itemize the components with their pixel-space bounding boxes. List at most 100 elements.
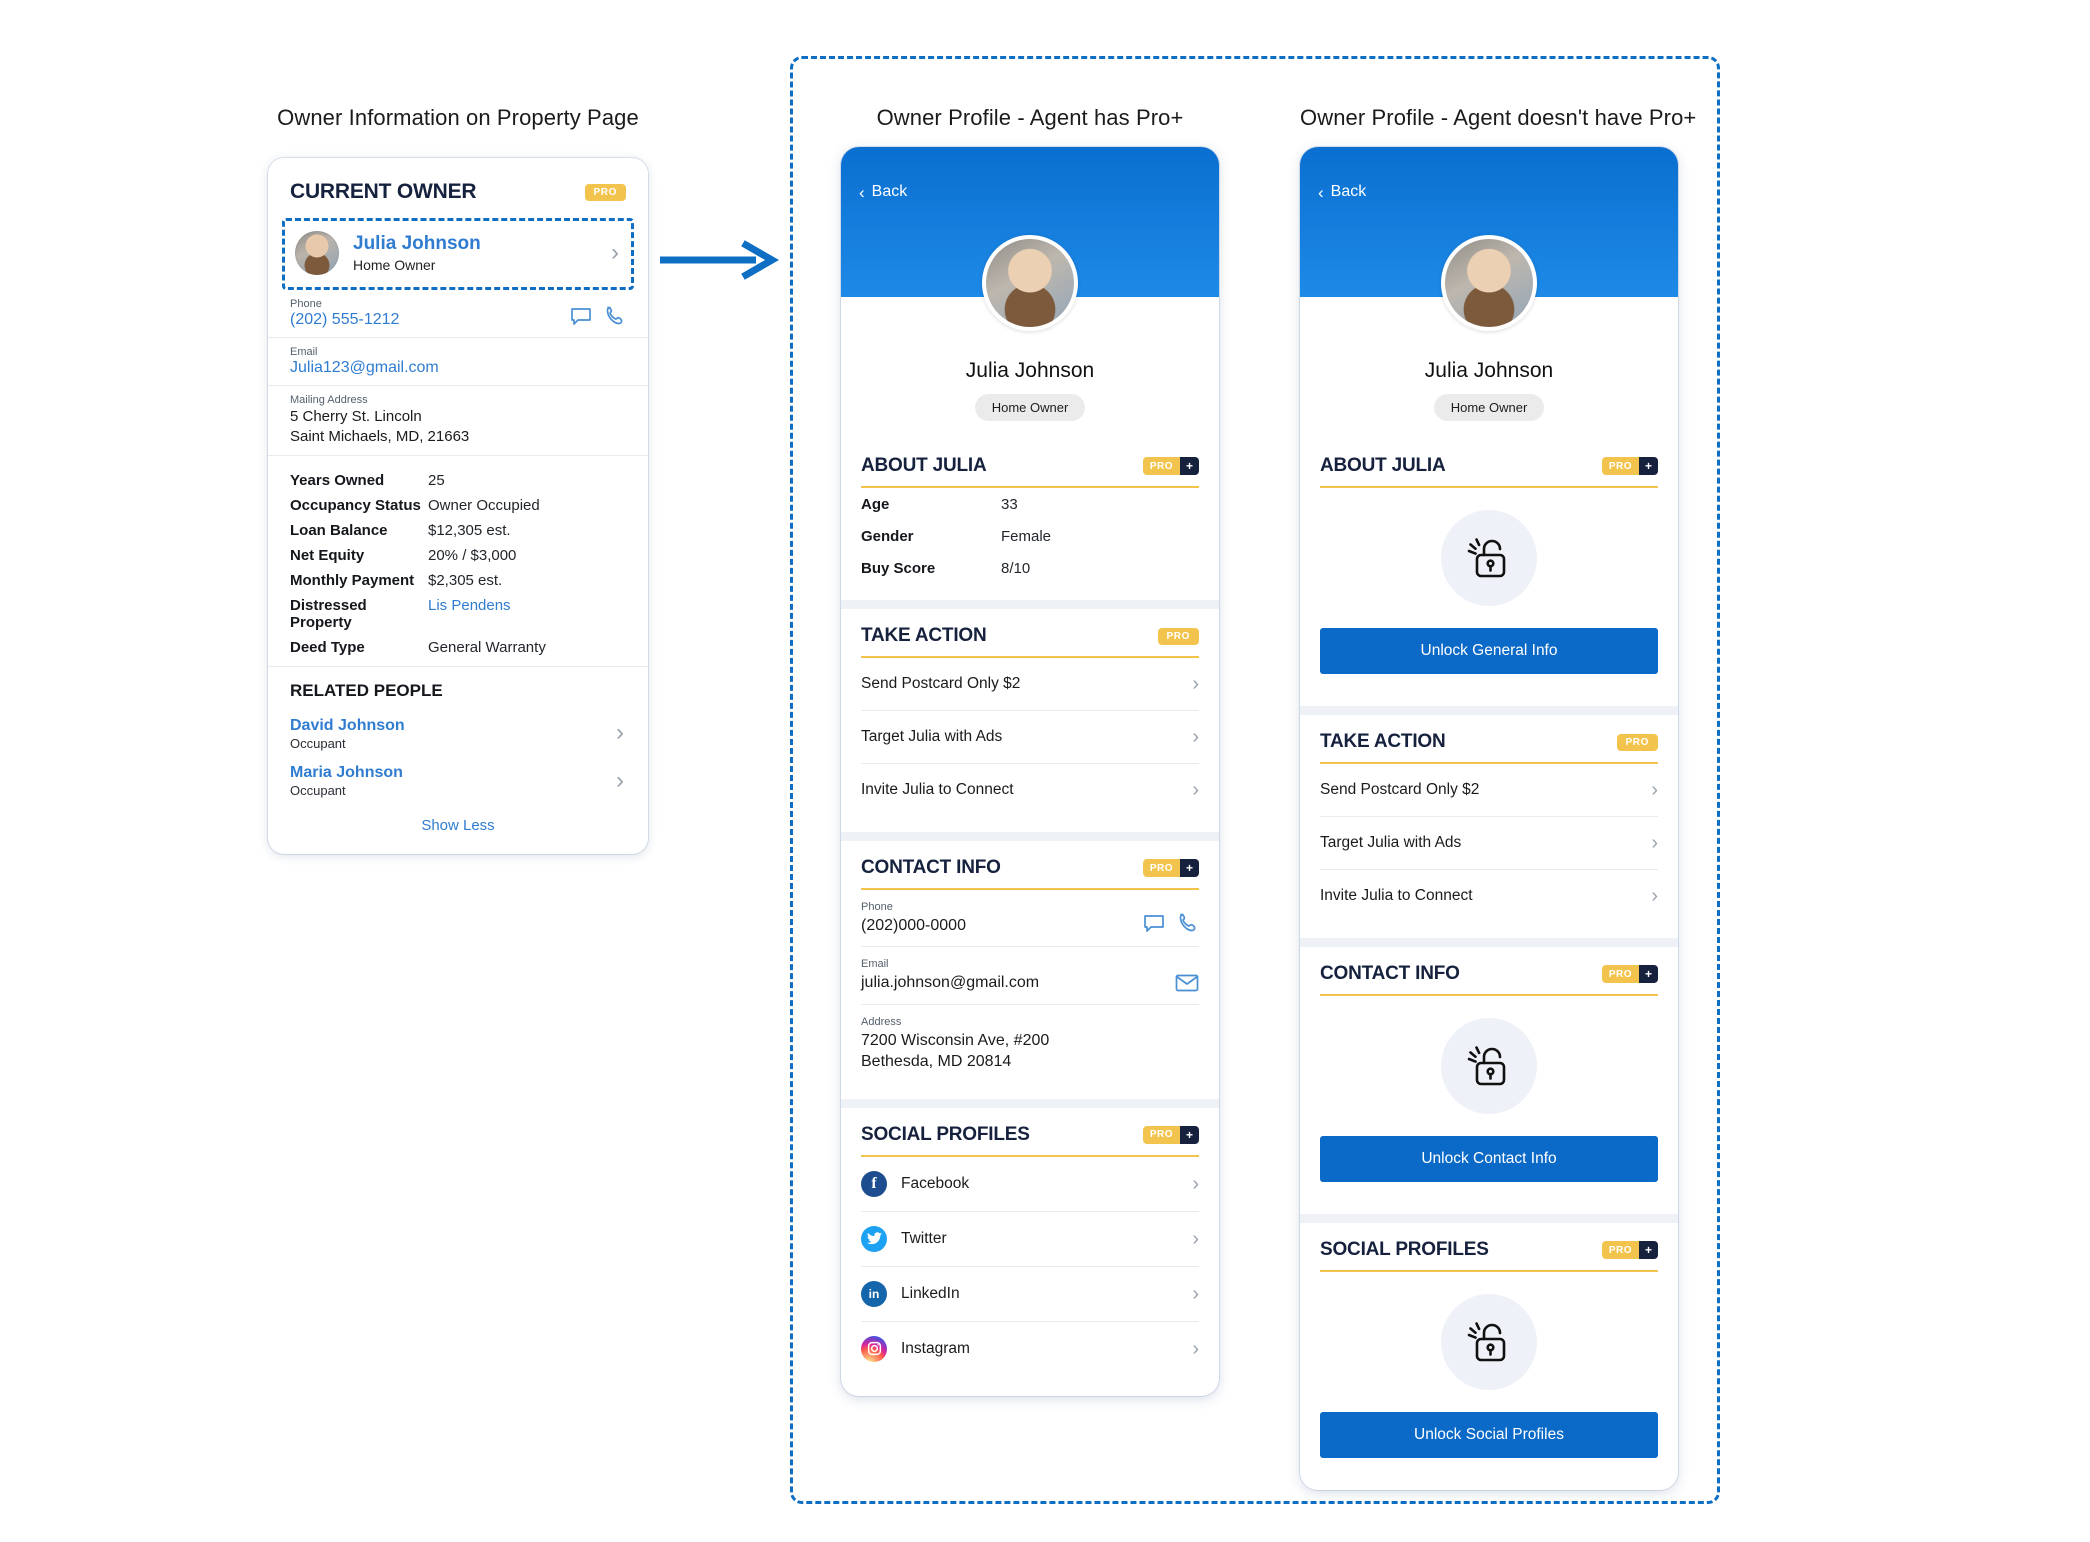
list-item[interactable]: David Johnson Occupant ›: [290, 711, 626, 758]
action-item-send-postcard[interactable]: Send Postcard Only $2 ›: [861, 658, 1199, 711]
unlock-general-info-button[interactable]: Unlock General Info: [1320, 628, 1658, 674]
social-label: LinkedIn: [901, 1284, 960, 1302]
facebook-icon: f: [861, 1170, 887, 1197]
social-item-linkedin[interactable]: in LinkedIn ›: [861, 1267, 1199, 1322]
pro-plus-badge: PRO +: [1601, 457, 1658, 475]
property-details-table: Years Owned 25 Occupancy Status Owner Oc…: [268, 456, 648, 667]
profile-name: Julia Johnson: [1424, 359, 1554, 382]
pro-badge-label: PRO: [1142, 1125, 1180, 1144]
related-people-title: RELATED PEOPLE: [290, 680, 443, 700]
detail-key: Deed Type: [290, 638, 365, 656]
owner-role: Home Owner: [353, 257, 436, 274]
social-item-facebook[interactable]: f Facebook ›: [861, 1157, 1199, 1212]
chevron-left-icon: ‹: [1318, 182, 1324, 202]
social-item-twitter[interactable]: Twitter ›: [861, 1212, 1199, 1267]
detail-key: Monthly Payment: [290, 571, 415, 589]
chevron-right-icon[interactable]: ›: [611, 241, 621, 265]
chevron-right-icon: ›: [1192, 726, 1199, 748]
social-item-instagram[interactable]: Instagram ›: [861, 1322, 1199, 1376]
chevron-left-icon: ‹: [859, 182, 865, 202]
about-value: 8/10: [1001, 560, 1031, 577]
action-item-target-ads[interactable]: Target Julia with Ads ›: [1320, 817, 1658, 870]
detail-value[interactable]: Lis Pendens: [428, 597, 511, 614]
chevron-right-icon[interactable]: ›: [616, 768, 626, 793]
take-action-section-header: TAKE ACTION PRO: [861, 625, 1199, 658]
page-title: CURRENT OWNER: [290, 180, 477, 203]
take-action-section-header: TAKE ACTION PRO: [1320, 731, 1658, 764]
show-less-button[interactable]: Show Less: [290, 805, 626, 838]
pro-plus-badge: PRO +: [1601, 965, 1658, 983]
profile-name: Julia Johnson: [965, 359, 1095, 382]
contact-phone-value: (202)000-0000: [861, 917, 966, 934]
back-button[interactable]: ‹ Back: [1318, 183, 1366, 201]
message-icon[interactable]: [1143, 913, 1165, 933]
plus-badge-label: +: [1638, 1241, 1658, 1259]
person-name[interactable]: Maria Johnson: [290, 763, 403, 782]
phone-value[interactable]: (202) 555-1212: [290, 311, 399, 329]
unlock-contact-info-button[interactable]: Unlock Contact Info: [1320, 1136, 1658, 1182]
email-value[interactable]: Julia123@gmail.com: [290, 359, 626, 377]
social-profiles-section-header: SOCIAL PROFILES PRO +: [861, 1124, 1199, 1157]
about-section: ABOUT JULIA PRO + Age 33 Gender Female B…: [841, 439, 1219, 600]
owner-highlight-box[interactable]: Julia Johnson Home Owner ›: [282, 218, 634, 290]
phone-unlocked: ‹ Back Julia Johnson Home Owner ABOUT JU…: [841, 147, 1219, 1396]
action-item-invite-connect[interactable]: Invite Julia to Connect ›: [861, 764, 1199, 816]
detail-value: General Warranty: [428, 638, 546, 656]
pro-plus-badge: PRO +: [1142, 457, 1199, 475]
social-profiles-section-title: SOCIAL PROFILES: [861, 1123, 1030, 1145]
mockup-canvas: Owner Information on Property Page CURRE…: [0, 0, 2090, 1542]
person-identity: Maria Johnson Occupant: [290, 763, 403, 798]
owner-row[interactable]: Julia Johnson Home Owner ›: [295, 231, 621, 275]
social-profiles-section-header: SOCIAL PROFILES PRO +: [1320, 1239, 1658, 1272]
person-name[interactable]: David Johnson: [290, 716, 405, 735]
table-row: Deed Type General Warranty: [290, 635, 626, 660]
phone-icon[interactable]: [1177, 912, 1199, 934]
detail-value: Owner Occupied: [428, 496, 540, 514]
plus-badge-label: +: [1179, 859, 1199, 877]
take-action-section-title: TAKE ACTION: [861, 625, 987, 646]
mailing-address-label: Mailing Address: [290, 394, 368, 406]
contact-email-field: Email julia.johnson@gmail.com: [861, 947, 1199, 1005]
profile-hero: ‹ Back: [841, 147, 1219, 331]
avatar: [295, 231, 339, 275]
mailing-address-field: Mailing Address 5 Cherry St. Lincoln Sai…: [268, 386, 648, 456]
phone-locked: ‹ Back Julia Johnson Home Owner ABOUT JU…: [1300, 147, 1678, 1490]
list-item[interactable]: Maria Johnson Occupant ›: [290, 758, 626, 805]
action-item-target-ads[interactable]: Target Julia with Ads ›: [861, 711, 1199, 764]
take-action-section: TAKE ACTION PRO Send Postcard Only $2 › …: [841, 609, 1219, 832]
contact-email-value: julia.johnson@gmail.com: [861, 974, 1040, 992]
action-label: Send Postcard Only $2: [1320, 781, 1480, 798]
about-locked-body: Unlock General Info: [1320, 488, 1658, 690]
chevron-right-icon: ›: [1192, 1172, 1199, 1195]
flow-arrow: [660, 240, 780, 285]
plus-badge-label: +: [1179, 1125, 1199, 1144]
unlock-social-profiles-button[interactable]: Unlock Social Profiles: [1320, 1412, 1658, 1458]
unlock-padlock-icon: [1441, 1018, 1537, 1114]
back-label: Back: [1330, 183, 1367, 200]
contact-locked-body: Unlock Contact Info: [1320, 996, 1658, 1198]
action-label: Send Postcard Only $2: [861, 675, 1021, 692]
person-identity: David Johnson Occupant: [290, 716, 405, 751]
chevron-right-icon: ›: [1651, 885, 1658, 907]
owner-name[interactable]: Julia Johnson: [353, 233, 481, 255]
phone-field: Phone (202) 555-1212: [268, 290, 648, 338]
action-item-invite-connect[interactable]: Invite Julia to Connect ›: [1320, 870, 1658, 922]
message-icon[interactable]: [570, 306, 592, 326]
pro-plus-badge: PRO +: [1601, 1241, 1658, 1259]
action-item-send-postcard[interactable]: Send Postcard Only $2 ›: [1320, 764, 1658, 817]
related-people-section: RELATED PEOPLE David Johnson Occupant › …: [268, 667, 648, 840]
pro-badge-label: PRO: [1601, 1241, 1639, 1259]
social-profiles-section-title: SOCIAL PROFILES: [1320, 1239, 1489, 1260]
caption-right: Owner Profile - Agent doesn't have Pro+: [1300, 105, 1697, 130]
pro-badge: PRO: [1616, 733, 1658, 751]
phone-icon[interactable]: [604, 305, 626, 327]
chevron-right-icon[interactable]: ›: [616, 721, 626, 745]
status-badge: Home Owner: [1433, 394, 1545, 421]
envelope-icon[interactable]: [1175, 974, 1199, 994]
contact-address-line1: 7200 Wisconsin Ave, #200: [861, 1031, 1050, 1049]
chevron-right-icon: ›: [1192, 1337, 1199, 1360]
plus-badge-label: +: [1179, 457, 1199, 475]
action-label: Target Julia with Ads: [861, 728, 1003, 745]
back-button[interactable]: ‹ Back: [859, 183, 907, 201]
contact-address-field: Address 7200 Wisconsin Ave, #200 Bethesd…: [861, 1005, 1199, 1083]
